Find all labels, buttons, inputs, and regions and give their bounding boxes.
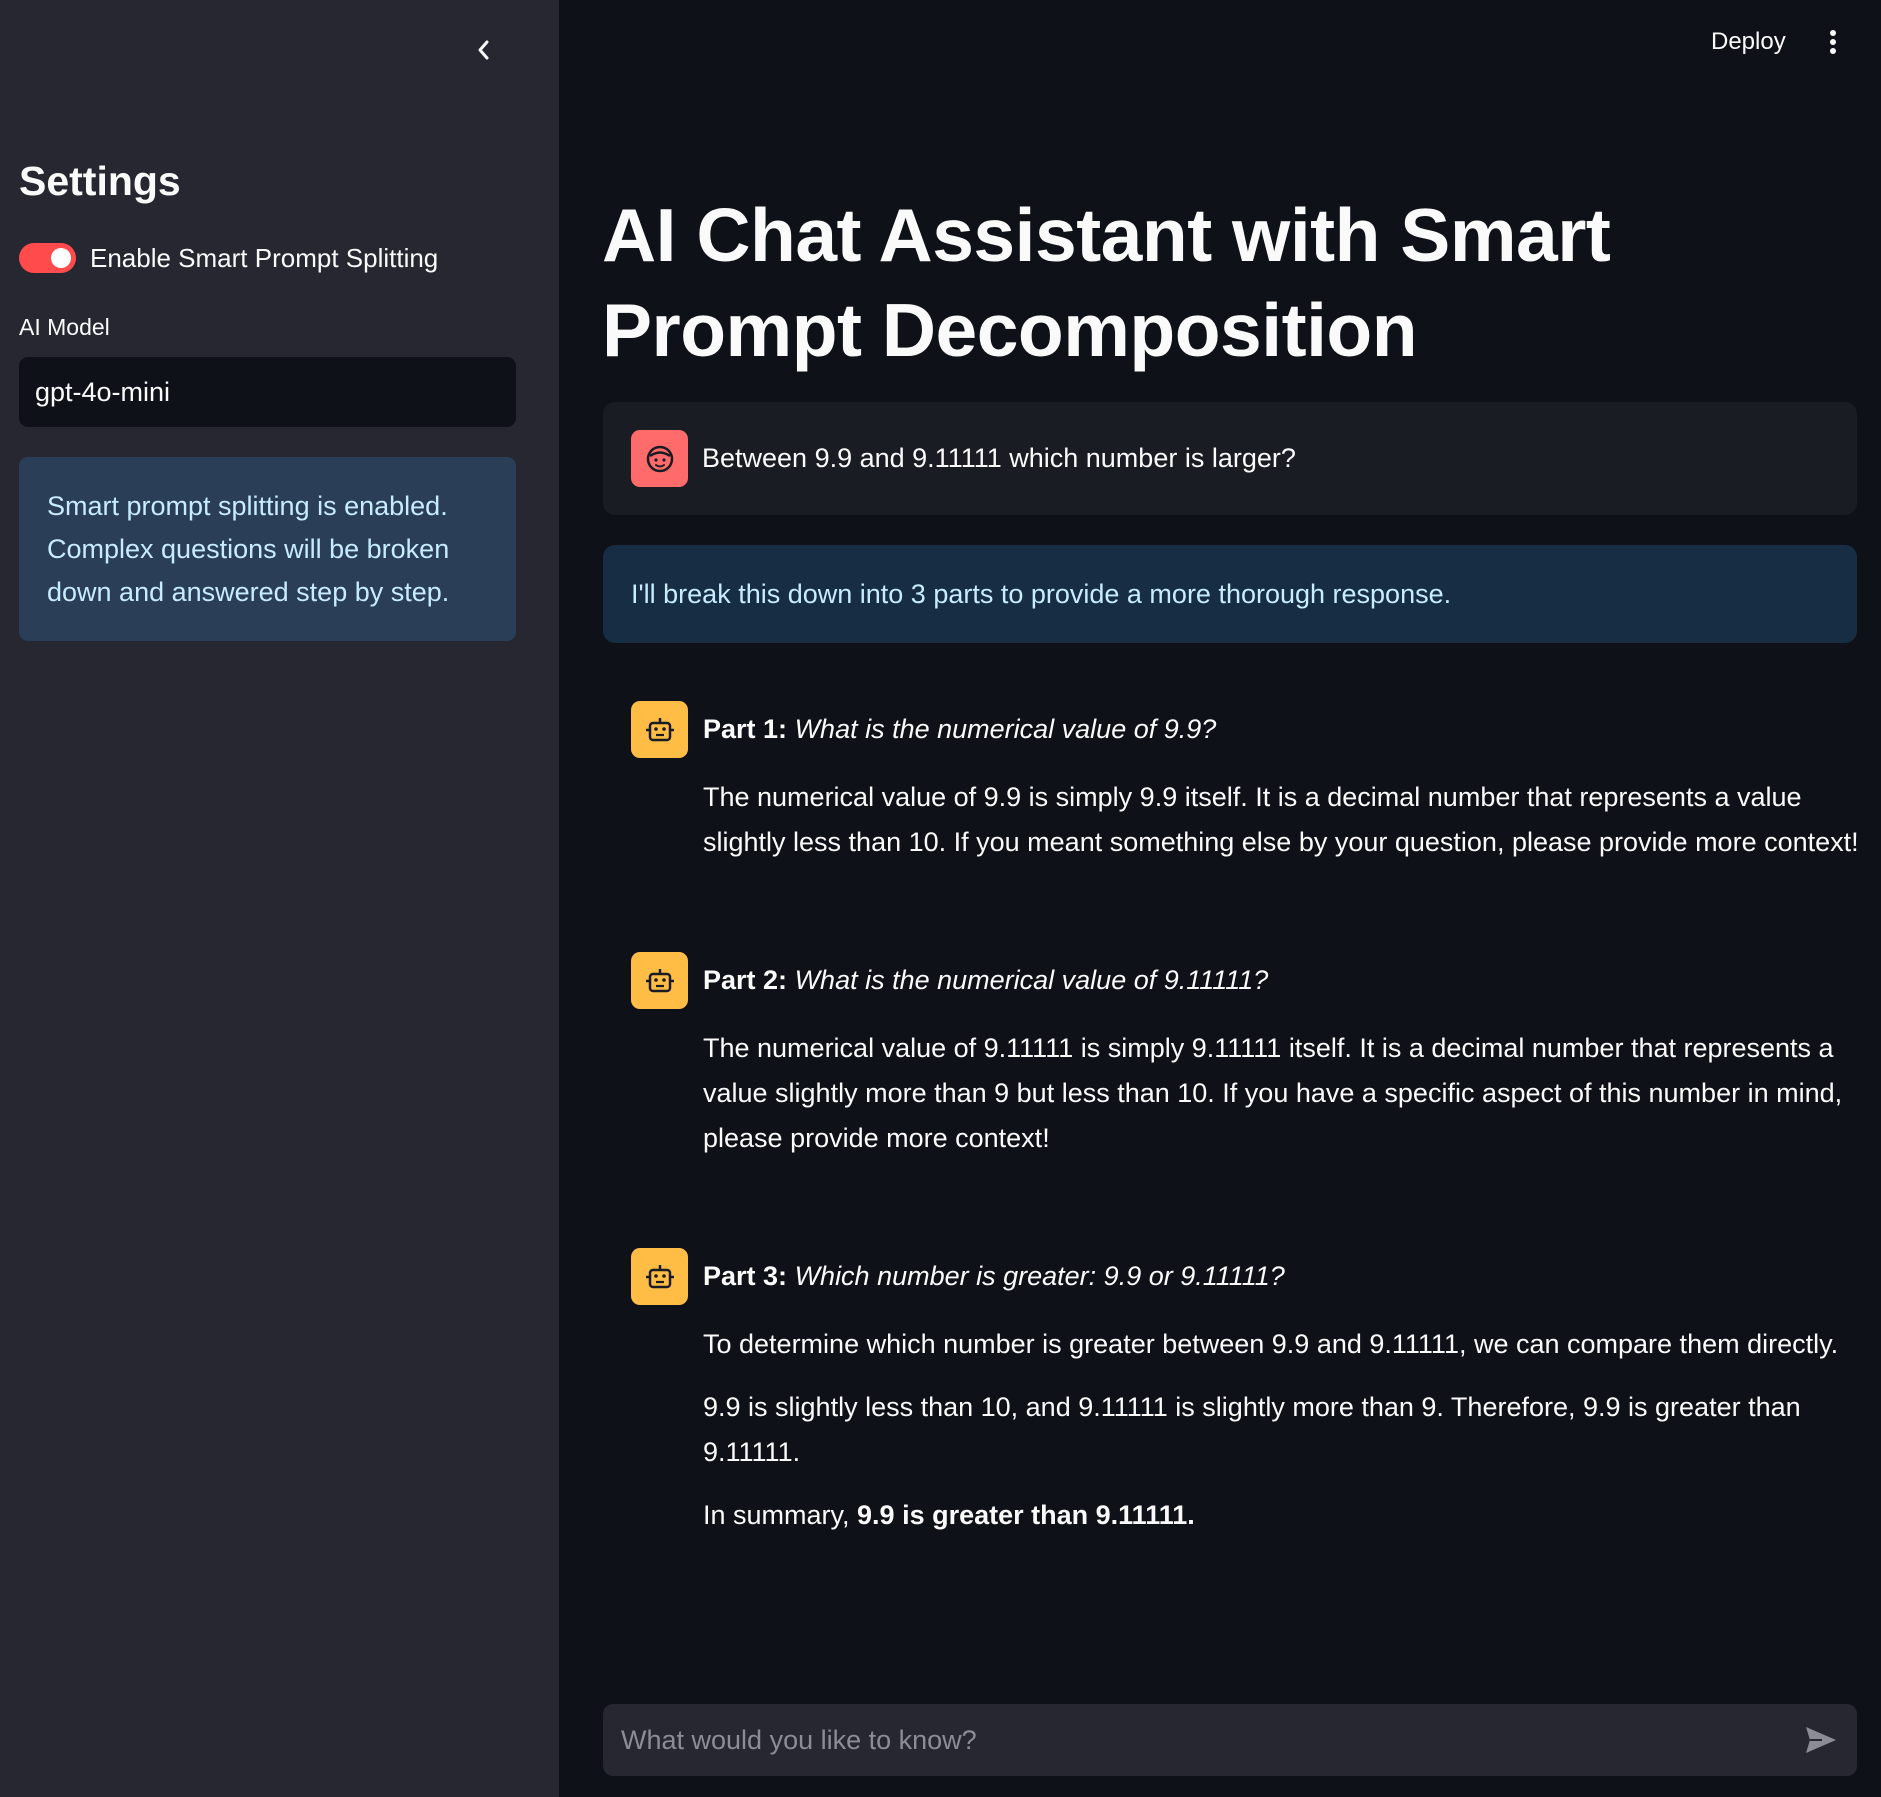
robot-icon <box>645 1264 674 1288</box>
part-answer-paragraph: To determine which number is greater bet… <box>703 1329 1839 1359</box>
model-select-value: gpt-4o-mini <box>35 376 171 407</box>
assistant-avatar <box>631 701 688 758</box>
smart-splitting-toggle-row[interactable]: Enable Smart Prompt Splitting <box>19 238 438 278</box>
summary-bold: 9.9 is greater than 9.11111. <box>857 1500 1195 1530</box>
breakdown-notice: I'll break this down into 3 parts to pro… <box>603 545 1857 643</box>
user-message-text: Between 9.9 and 9.11111 which number is … <box>702 443 1296 473</box>
summary-prefix: In summary, <box>703 1500 858 1530</box>
chat-input[interactable] <box>619 1723 1769 1757</box>
part-label: Part 2: <box>703 965 788 995</box>
send-icon <box>1806 1727 1836 1753</box>
user-avatar <box>631 430 688 487</box>
part-question: Which number is greater: 9.9 or 9.11111? <box>794 1261 1285 1291</box>
user-message: Between 9.9 and 9.11111 which number is … <box>603 402 1857 515</box>
toggle-label: Enable Smart Prompt Splitting <box>90 242 439 273</box>
part-label: Part 3: <box>703 1261 788 1291</box>
robot-icon <box>645 968 674 992</box>
info-alert-text: Smart prompt splitting is enabled. Compl… <box>47 491 450 607</box>
smart-splitting-toggle[interactable] <box>19 243 76 273</box>
main-menu-button[interactable] <box>1815 22 1851 62</box>
sidebar: Settings Enable Smart Prompt Splitting A… <box>0 0 559 1797</box>
collapse-sidebar-button[interactable] <box>466 32 502 68</box>
sidebar-title: Settings <box>19 158 181 204</box>
part-label: Part 1: <box>703 714 788 744</box>
assistant-message-content: Part 3: Which number is greater: 9.9 or … <box>703 1248 1863 1538</box>
part-answer-paragraph: The numerical value of 9.11111 is simply… <box>703 1033 1843 1153</box>
part-title: Part 1: What is the numerical value of 9… <box>703 701 1863 757</box>
assistant-avatar <box>631 952 688 1009</box>
chat-input-bar <box>603 1704 1857 1776</box>
part-answer-paragraph: The numerical value of 9.9 is simply 9.9… <box>703 782 1859 857</box>
assistant-avatar <box>631 1248 688 1305</box>
assistant-message-content: Part 2: What is the numerical value of 9… <box>703 952 1863 1161</box>
chevron-left-icon <box>478 40 489 60</box>
deploy-button[interactable]: Deploy <box>1695 20 1802 64</box>
part-question: What is the numerical value of 9.9? <box>794 714 1217 744</box>
part-question: What is the numerical value of 9.11111? <box>794 965 1269 995</box>
part-title: Part 3: Which number is greater: 9.9 or … <box>703 1248 1863 1304</box>
assistant-message-content: Part 1: What is the numerical value of 9… <box>703 701 1863 865</box>
model-select[interactable]: gpt-4o-mini <box>19 357 516 427</box>
user-face-icon <box>646 445 673 472</box>
robot-icon <box>645 717 674 741</box>
toggle-knob <box>51 248 71 268</box>
info-alert: Smart prompt splitting is enabled. Compl… <box>19 457 516 641</box>
part-summary: In summary, 9.9 is greater than 9.11111. <box>703 1493 1863 1538</box>
part-title: Part 2: What is the numerical value of 9… <box>703 952 1863 1008</box>
part-answer-paragraph: 9.9 is slightly less than 10, and 9.1111… <box>703 1392 1801 1467</box>
page-title: AI Chat Assistant with Smart Prompt Deco… <box>602 193 1611 372</box>
more-vertical-icon <box>1830 30 1836 54</box>
model-label: AI Model <box>19 314 110 340</box>
send-button[interactable] <box>1801 1720 1841 1760</box>
breakdown-notice-text: I'll break this down into 3 parts to pro… <box>631 578 1452 609</box>
